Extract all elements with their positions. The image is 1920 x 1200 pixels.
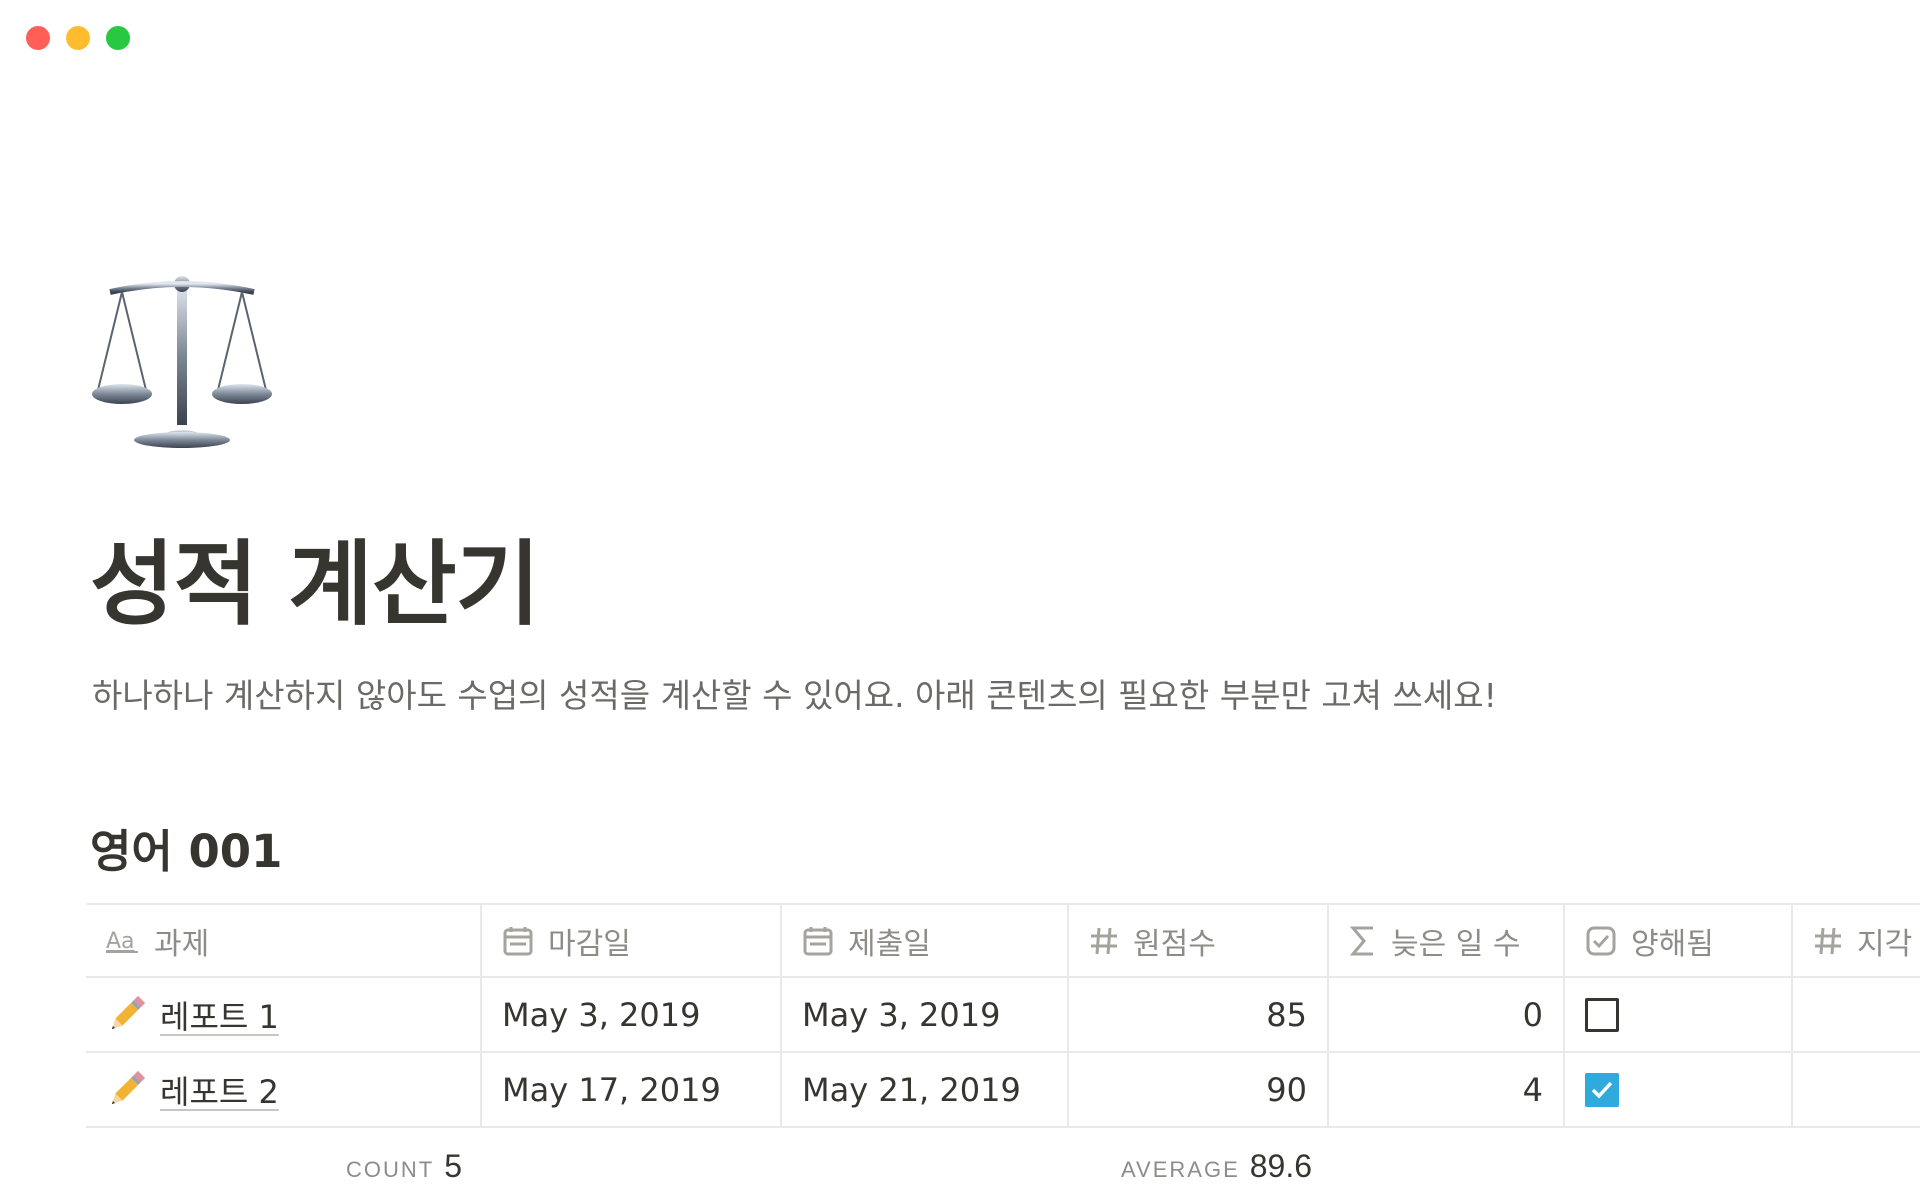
column-label: 늦은 일 수 [1391, 926, 1521, 962]
raw-score-cell[interactable]: 85 [1069, 978, 1329, 1051]
excused-checkbox-checked[interactable] [1585, 1072, 1619, 1107]
checkbox-property-icon [1585, 925, 1617, 957]
count-calculation[interactable]: COUNT 5 [346, 1148, 462, 1185]
days-late-cell[interactable]: 0 [1329, 978, 1565, 1051]
late-cell[interactable] [1793, 978, 1920, 1051]
raw-score-cell[interactable]: 90 [1069, 1053, 1329, 1126]
column-header-due-date[interactable]: 마감일 [482, 905, 782, 976]
text-property-icon: Aa [106, 927, 140, 955]
column-label: 제출일 [848, 926, 931, 962]
column-label: 양해됨 [1631, 926, 1714, 962]
days-late-cell[interactable]: 4 [1329, 1053, 1565, 1126]
window-controls [26, 26, 130, 50]
submitted-date-cell[interactable]: May 21, 2019 [782, 1053, 1069, 1126]
calendar-icon [502, 925, 534, 957]
average-value: 89.6 [1249, 1148, 1313, 1184]
number-icon [1813, 926, 1843, 956]
row-title[interactable]: 레포트 2 [160, 1067, 279, 1113]
checkmark-icon [1591, 1081, 1613, 1099]
submitted-date-cell[interactable]: May 3, 2019 [782, 978, 1069, 1051]
database-table: Aa 과제 마감일 제출일 원점수 늦은 일 수 양해됨 지각 레포트 1 Ma… [86, 903, 1920, 1128]
calculation-footer: COUNT 5 AVERAGE 89.6 [0, 1148, 1920, 1188]
average-label: AVERAGE [1121, 1157, 1240, 1182]
due-date-cell[interactable]: May 3, 2019 [482, 978, 782, 1051]
calendar-icon [802, 925, 834, 957]
zoom-window-button[interactable] [106, 26, 130, 50]
page-title[interactable]: 성적 계산기 [90, 530, 540, 640]
column-header-excused[interactable]: 양해됨 [1565, 905, 1793, 976]
formula-sigma-icon [1349, 925, 1377, 957]
database-title[interactable]: 영어 001 [90, 822, 282, 882]
page-description[interactable]: 하나하나 계산하지 않아도 수업의 성적을 계산할 수 있어요. 아래 콘텐츠의… [92, 674, 1497, 718]
column-label: 원점수 [1133, 926, 1216, 962]
column-header-submitted-date[interactable]: 제출일 [782, 905, 1069, 976]
column-label: 지각 [1857, 926, 1913, 962]
column-header-days-late[interactable]: 늦은 일 수 [1329, 905, 1565, 976]
excused-cell[interactable] [1565, 1053, 1793, 1126]
column-label: 마감일 [548, 926, 631, 962]
excused-checkbox[interactable] [1585, 997, 1619, 1032]
count-label: COUNT [346, 1157, 435, 1182]
excused-cell[interactable] [1565, 978, 1793, 1051]
title-cell[interactable]: 레포트 2 [86, 1053, 482, 1126]
balance-scale-icon[interactable] [92, 270, 272, 450]
due-date-cell[interactable]: May 17, 2019 [482, 1053, 782, 1126]
column-header-raw-score[interactable]: 원점수 [1069, 905, 1329, 976]
column-header-late[interactable]: 지각 [1793, 905, 1920, 976]
row-title[interactable]: 레포트 1 [160, 992, 279, 1038]
svg-text:Aa: Aa [106, 929, 135, 954]
title-cell[interactable]: 레포트 1 [86, 978, 482, 1051]
number-icon [1089, 926, 1119, 956]
pencil-icon [106, 1070, 146, 1110]
column-label: 과제 [154, 926, 210, 962]
average-calculation[interactable]: AVERAGE 89.6 [1121, 1148, 1312, 1185]
minimize-window-button[interactable] [66, 26, 90, 50]
table-row[interactable]: 레포트 2 May 17, 2019 May 21, 2019 90 4 [86, 1053, 1920, 1128]
pencil-icon [106, 995, 146, 1035]
table-header-row: Aa 과제 마감일 제출일 원점수 늦은 일 수 양해됨 지각 [86, 903, 1920, 978]
column-header-title[interactable]: Aa 과제 [86, 905, 482, 976]
late-cell[interactable] [1793, 1053, 1920, 1126]
close-window-button[interactable] [26, 26, 50, 50]
table-row[interactable]: 레포트 1 May 3, 2019 May 3, 2019 85 0 [86, 978, 1920, 1053]
count-value: 5 [444, 1148, 463, 1184]
